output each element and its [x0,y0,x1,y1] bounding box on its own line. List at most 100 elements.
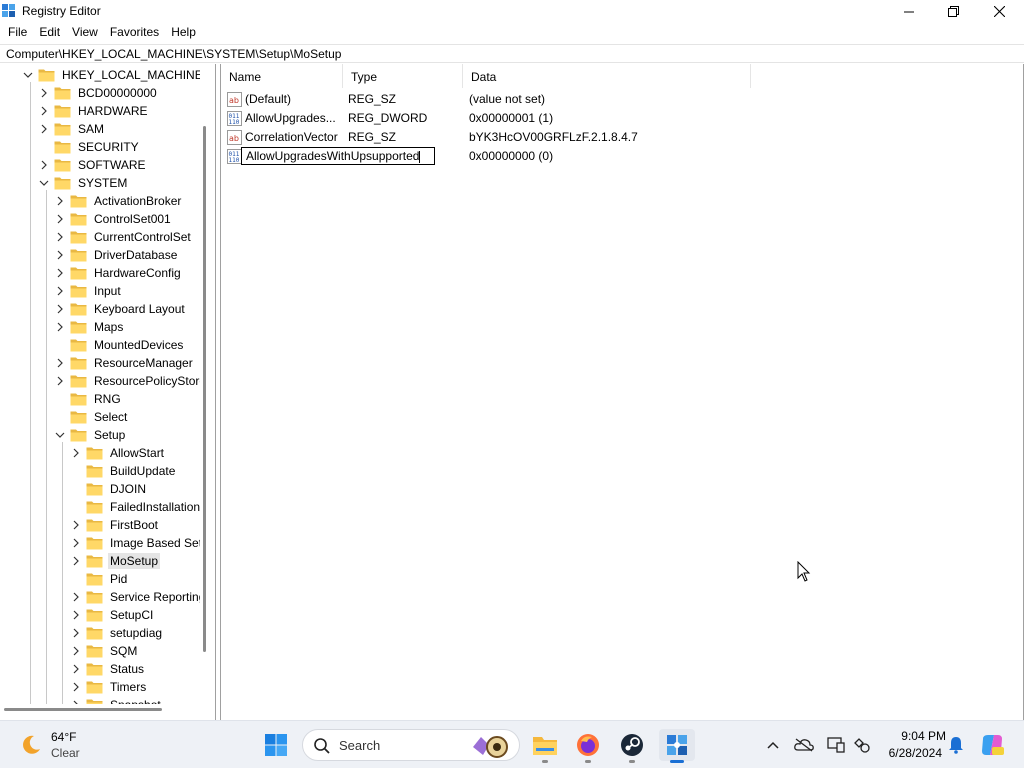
tray-network[interactable] [852,735,872,755]
tree-expander[interactable] [54,210,66,228]
taskbar-search[interactable]: Search [302,729,520,761]
menu-help[interactable]: Help [165,23,202,43]
tree-expander[interactable] [70,588,82,606]
tree-expander[interactable] [70,606,82,624]
tree-expander[interactable] [22,66,34,84]
tree-expander[interactable] [54,228,66,246]
tree-item[interactable]: Input [54,282,123,300]
tree-vertical-scrollbar[interactable] [203,126,206,652]
tree-expander[interactable] [54,318,66,336]
tree-item[interactable]: Status [70,660,146,678]
tree-item[interactable]: Service Reporting [70,588,200,606]
tree-expander[interactable] [54,192,66,210]
tree-item-label: BCD00000000 [78,86,157,100]
show-hidden-icons-button[interactable] [763,735,783,755]
rename-input[interactable]: AllowUpgradesWithUpsupported [241,147,435,165]
tray-display[interactable] [826,735,846,755]
close-button[interactable] [976,0,1022,23]
column-header-type[interactable]: Type [343,64,463,88]
maximize-button[interactable] [930,0,976,23]
tree-item[interactable]: MoSetup [70,552,161,570]
tree-item[interactable]: SetupCI [70,606,155,624]
taskbar-registry-editor[interactable] [659,729,695,763]
tree-expander[interactable] [54,282,66,300]
weather-temperature[interactable]: 64°F [51,730,76,744]
tree-expander[interactable] [38,120,50,138]
tree-item[interactable]: MountedDevices [54,336,185,354]
value-row[interactable]: ab CorrelationVector REG_SZ bYK3HcOV00GRFLz… [221,128,751,147]
taskbar-file-explorer[interactable] [527,729,563,763]
tree-item[interactable]: FailedInstallations [70,498,200,516]
menu-file[interactable]: File [2,23,33,43]
tree-expander[interactable] [38,102,50,120]
tree-expander[interactable] [54,246,66,264]
tree-item[interactable]: SOFTWARE [38,156,148,174]
value-row[interactable]: 011 110 AllowUpgrades... REG_DWORD 0x0000000… [221,109,751,128]
tree-item[interactable]: SECURITY [38,138,141,156]
tree-expander[interactable] [54,354,66,372]
tree-item[interactable]: DJOIN [70,480,148,498]
tree-item[interactable]: FirstBoot [70,516,160,534]
tree-item[interactable]: Image Based Setup [70,534,200,552]
tree-item[interactable]: ActivationBroker [54,192,183,210]
tree-item[interactable]: BCD00000000 [38,84,159,102]
tray-notifications[interactable] [946,735,966,755]
tree-expander[interactable] [70,552,82,570]
tree-item[interactable]: Keyboard Layout [54,300,187,318]
tree-item[interactable]: AllowStart [70,444,166,462]
tree-item[interactable]: HardwareConfig [54,264,183,282]
tree-expander[interactable] [54,264,66,282]
tray-onedrive[interactable] [794,735,814,755]
tree-expander[interactable] [70,642,82,660]
tree-item[interactable]: HKEY_LOCAL_MACHINE [22,66,200,84]
tree-expander[interactable] [70,678,82,696]
tree-item[interactable]: BuildUpdate [70,462,177,480]
tree-item[interactable]: SAM [38,120,106,138]
taskbar-firefox[interactable] [570,729,606,763]
minimize-button[interactable] [886,0,932,23]
menu-edit[interactable]: Edit [33,23,66,43]
tree-item[interactable]: CurrentControlSet [54,228,193,246]
tree-expander[interactable] [70,696,82,704]
tree-item[interactable]: ResourceManager [54,354,195,372]
tree-expander[interactable] [54,426,66,444]
address-bar[interactable]: Computer\HKEY_LOCAL_MACHINE\SYSTEM\Setup… [0,44,1024,63]
tree-expander[interactable] [70,444,82,462]
tree-item[interactable]: HARDWARE [38,102,150,120]
weather-description[interactable]: Clear [51,746,80,760]
column-header-data[interactable]: Data [463,64,751,88]
tree-item[interactable]: setupdiag [70,624,164,642]
clock-date[interactable]: 6/28/2024 [882,746,942,760]
tree-expander[interactable] [38,84,50,102]
tree-expander[interactable] [70,516,82,534]
tray-copilot[interactable] [980,733,1004,757]
start-icon[interactable] [264,733,288,757]
tree-item[interactable]: ResourcePolicyStore [54,372,200,390]
tree-expander[interactable] [54,300,66,318]
tree-expander[interactable] [70,624,82,642]
tree-expander[interactable] [70,660,82,678]
tree-item[interactable]: SQM [70,642,139,660]
value-row[interactable]: ab (Default) REG_SZ (value not set) [221,90,751,109]
tree-item[interactable]: Maps [54,318,125,336]
tree-expander[interactable] [38,156,50,174]
tree-item[interactable]: Snapshot [70,696,163,704]
tree-item[interactable]: Timers [70,678,148,696]
tree-horizontal-scrollbar[interactable] [4,708,162,711]
tree-item[interactable]: Select [54,408,129,426]
value-row[interactable]: 011 110 AllowUpgradesWithUpsupported 0x0000… [221,147,751,166]
tree-item[interactable]: Pid [70,570,129,588]
tree-item[interactable]: RNG [54,390,123,408]
tree-expander[interactable] [70,534,82,552]
menu-favorites[interactable]: Favorites [104,23,165,43]
tree-expander[interactable] [38,174,50,192]
tree-expander[interactable] [54,372,66,390]
clock-time[interactable]: 9:04 PM [890,729,946,743]
tree-item[interactable]: DriverDatabase [54,246,179,264]
tree-item[interactable]: ControlSet001 [54,210,173,228]
tree-item[interactable]: SYSTEM [38,174,129,192]
taskbar-steam[interactable] [614,729,650,763]
tree-item[interactable]: Setup [54,426,127,444]
column-header-name[interactable]: Name [221,64,343,88]
menu-view[interactable]: View [66,23,104,43]
